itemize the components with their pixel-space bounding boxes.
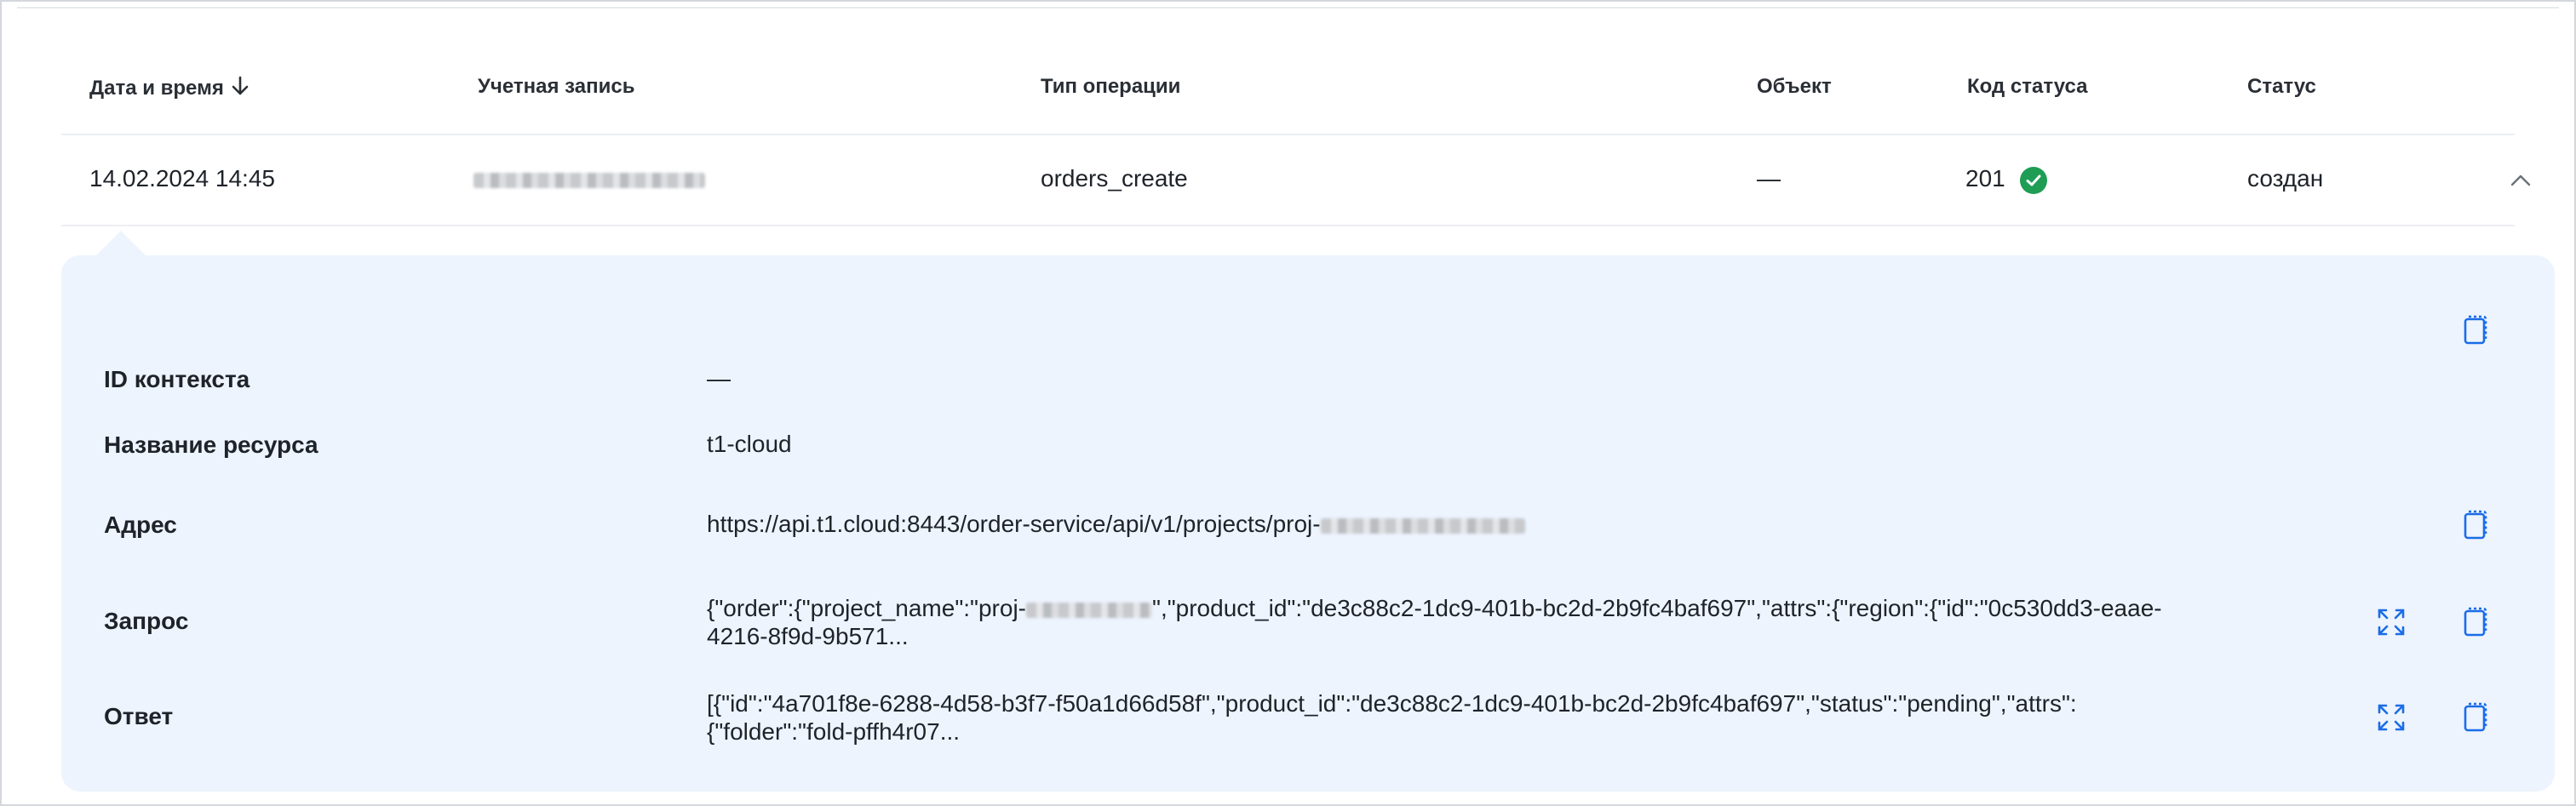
copy-icon: [2464, 315, 2487, 345]
cell-datetime: 14.02.2024 14:45: [89, 165, 275, 191]
column-header-label: Дата и время: [89, 76, 224, 100]
redacted-project-name: [1026, 602, 1152, 618]
value-context-id: —: [707, 365, 731, 392]
label-context-id: ID контекста: [104, 366, 250, 392]
column-header-object[interactable]: Объект: [1757, 75, 1832, 99]
redacted-address-part: [1320, 517, 1525, 534]
expand-response-button[interactable]: [2374, 700, 2408, 735]
label-response: Ответ: [104, 703, 174, 729]
value-address: https://api.t1.cloud:8443/order-service/…: [707, 510, 1525, 538]
copy-all-button[interactable]: [2458, 313, 2492, 347]
column-header-status-code[interactable]: Код статуса: [1967, 75, 2087, 99]
arrow-down-icon: [231, 75, 250, 103]
value-request: {"order":{"project_name":"proj- ","produc…: [707, 594, 2325, 650]
copy-response-button[interactable]: [2458, 700, 2492, 735]
copy-icon: [2464, 702, 2487, 732]
copy-icon: [2464, 510, 2487, 540]
expand-icon: [2378, 704, 2405, 731]
request-line-2: 4216-8f9d-9b571...: [707, 623, 909, 649]
request-part-1: {"order":{"project_name":"proj-: [707, 595, 1026, 621]
value-resource-name: t1-cloud: [707, 431, 792, 457]
cell-status-code: 201: [1965, 165, 2005, 191]
response-line-2: {"folder":"fold-pffh4r07...: [707, 718, 961, 745]
expand-request-button[interactable]: [2374, 605, 2408, 639]
request-part-2: ","product_id":"de3c88c2-1dc9-401b-bc2d-…: [1152, 595, 2162, 621]
copy-icon: [2464, 607, 2487, 637]
copy-request-button[interactable]: [2458, 605, 2492, 639]
response-line-1: [{"id":"4a701f8e-6288-4d58-b3f7-f50a1d66…: [707, 690, 2077, 717]
column-header-status[interactable]: Статус: [2247, 75, 2316, 99]
address-prefix: https://api.t1.cloud:8443/order-service/…: [707, 511, 1321, 537]
redacted-account: [473, 172, 705, 188]
column-header-account[interactable]: Учетная запись: [478, 75, 634, 99]
check-circle-icon: [2020, 167, 2047, 194]
expand-icon: [2378, 609, 2405, 636]
row-divider: [61, 225, 2515, 226]
cell-status: создан: [2247, 165, 2324, 191]
cell-operation-type: orders_create: [1041, 165, 1188, 191]
value-response: [{"id":"4a701f8e-6288-4d58-b3f7-f50a1d66…: [707, 689, 2325, 746]
chevron-up-icon[interactable]: [2509, 170, 2533, 195]
top-border: [17, 7, 2559, 9]
cell-object: —: [1757, 165, 1781, 191]
cell-account: [473, 165, 705, 192]
column-header-operation-type[interactable]: Тип операции: [1041, 75, 1180, 99]
label-address: Адрес: [104, 512, 177, 538]
header-divider: [61, 134, 2515, 135]
request-line-1: {"order":{"project_name":"proj- ","produc…: [707, 594, 2325, 622]
label-request: Запрос: [104, 608, 189, 634]
column-header-datetime[interactable]: Дата и время: [89, 75, 250, 103]
panel-pointer: [95, 231, 146, 256]
label-resource-name: Название ресурса: [104, 432, 318, 458]
copy-address-button[interactable]: [2458, 508, 2492, 542]
